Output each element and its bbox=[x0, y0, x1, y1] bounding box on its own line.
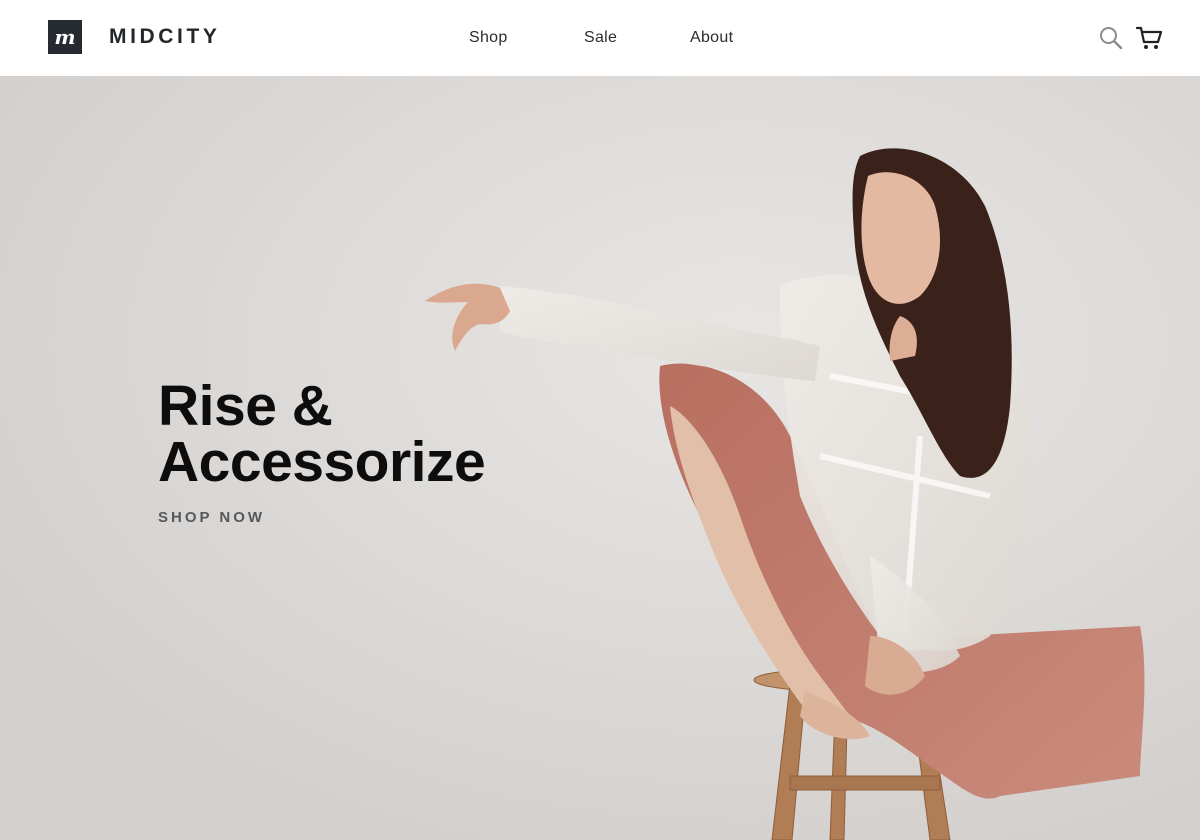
site-header: m MIDCITY Shop Sale About bbox=[0, 0, 1200, 76]
cart-icon[interactable] bbox=[1135, 24, 1163, 52]
hero-headline-line-2: Accessorize bbox=[158, 430, 486, 494]
svg-text:m: m bbox=[54, 25, 75, 49]
shop-now-link[interactable]: SHOP NOW bbox=[158, 509, 265, 526]
brand-logo[interactable]: m MIDCITY bbox=[48, 20, 221, 54]
nav-about[interactable]: About bbox=[690, 29, 733, 47]
nav-sale[interactable]: Sale bbox=[584, 29, 617, 47]
hero-headline: Rise & Accessorize bbox=[158, 374, 486, 494]
search-icon[interactable] bbox=[1097, 24, 1125, 52]
hero-banner: Rise & Accessorize SHOP NOW bbox=[0, 76, 1200, 840]
logo-mark: m bbox=[48, 20, 82, 54]
brand-name: MIDCITY bbox=[109, 25, 221, 48]
nav-shop[interactable]: Shop bbox=[469, 29, 508, 47]
hero-headline-line-1: Rise & bbox=[158, 374, 333, 438]
